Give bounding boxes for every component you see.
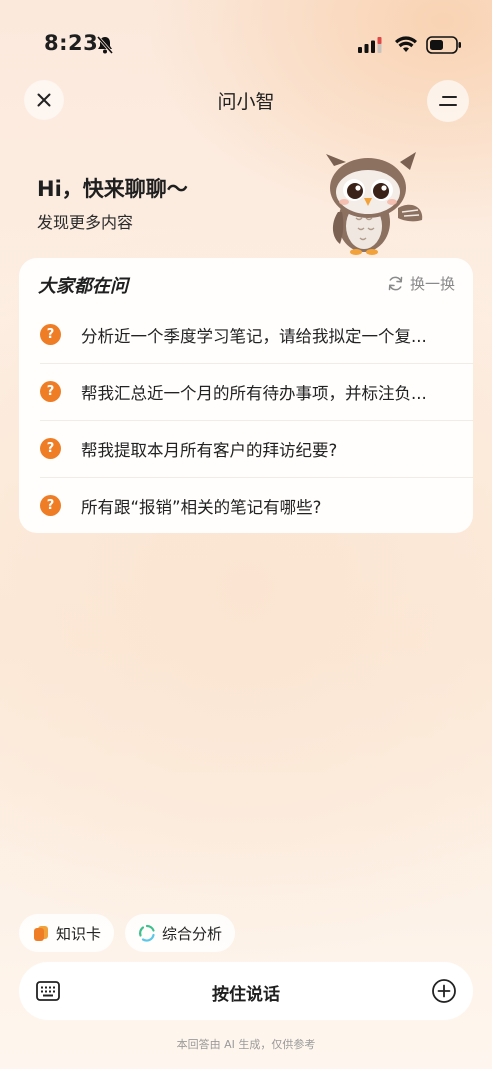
- question-text: 帮我提取本月所有客户的拜访纪要?: [81, 440, 338, 460]
- status-bar: 8:23: [0, 0, 492, 92]
- greeting-subtitle: 发现更多内容: [37, 213, 134, 232]
- analysis-icon: [139, 924, 155, 942]
- hold-to-talk-button[interactable]: 按住说话: [19, 980, 473, 1005]
- refresh-button[interactable]: 换一换: [387, 273, 455, 294]
- ai-disclaimer: 本回答由 AI 生成，仅供参考: [176, 1038, 316, 1051]
- popular-questions-card: 大家都在问 换一换 ? 分析近一个季度学习笔记，请给我拟定一个复... ? 帮我…: [19, 258, 473, 533]
- question-mark-icon: ?: [40, 495, 61, 516]
- wifi-icon: [395, 36, 417, 52]
- refresh-label: 换一换: [409, 275, 455, 293]
- knowledge-card-icon: [34, 926, 48, 941]
- plus-icon[interactable]: [431, 978, 457, 1004]
- owl-mascot-icon: [326, 152, 423, 255]
- page-title: 问小智: [217, 91, 275, 113]
- bell-off-icon: [96, 36, 114, 54]
- card-title: 大家都在问: [38, 276, 128, 297]
- question-item[interactable]: ? 帮我提取本月所有客户的拜访纪要?: [19, 420, 473, 477]
- menu-button[interactable]: [427, 80, 469, 122]
- chip-label: 综合分析: [162, 924, 223, 943]
- status-time: 8:23: [44, 31, 99, 55]
- question-item[interactable]: ? 分析近一个季度学习笔记，请给我拟定一个复...: [19, 306, 473, 363]
- chip-label: 知识卡: [56, 924, 102, 943]
- greeting-title: Hi，快来聊聊～: [37, 177, 188, 201]
- battery-icon: [426, 36, 461, 54]
- question-text: 所有跟“报销”相关的笔记有哪些?: [81, 497, 322, 517]
- refresh-icon: [388, 276, 403, 291]
- menu-icon: [439, 96, 457, 106]
- question-text: 帮我汇总近一个月的所有待办事项，并标注负...: [81, 383, 427, 403]
- knowledge-card-chip[interactable]: 知识卡: [19, 914, 115, 952]
- question-mark-icon: ?: [40, 438, 61, 459]
- cellular-signal-icon: [358, 37, 382, 53]
- analysis-chip[interactable]: 综合分析: [125, 914, 236, 952]
- question-mark-icon: ?: [40, 381, 61, 402]
- question-item[interactable]: ? 帮我汇总近一个月的所有待办事项，并标注负...: [19, 363, 473, 420]
- question-item[interactable]: ? 所有跟“报销”相关的笔记有哪些?: [19, 477, 473, 534]
- question-mark-icon: ?: [40, 324, 61, 345]
- voice-input-bar[interactable]: 按住说话: [19, 962, 473, 1020]
- question-text: 分析近一个季度学习笔记，请给我拟定一个复...: [81, 326, 427, 346]
